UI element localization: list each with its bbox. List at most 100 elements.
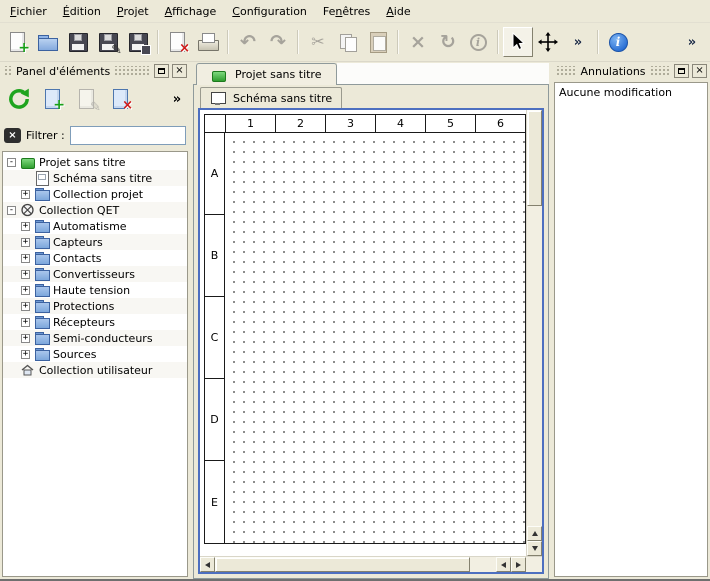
- close-dock-button[interactable]: ×: [692, 64, 707, 78]
- select-tool-button[interactable]: [503, 27, 533, 57]
- scroll-left-button-2[interactable]: [496, 557, 511, 572]
- clear-filter-button[interactable]: ×: [4, 128, 21, 143]
- menu-fenetres[interactable]: Fenêtres: [315, 0, 378, 22]
- expand-icon[interactable]: +: [21, 318, 30, 327]
- expand-icon[interactable]: +: [21, 350, 30, 359]
- scroll-left-button[interactable]: [200, 557, 215, 572]
- folder-icon: [34, 219, 49, 233]
- collapse-icon[interactable]: -: [7, 158, 16, 167]
- close-file-button[interactable]: ×: [163, 27, 193, 57]
- paste-icon: [366, 30, 390, 54]
- save-as-button[interactable]: ✎: [93, 27, 123, 57]
- tree-item-collection-utilisateur[interactable]: Collection utilisateur: [3, 362, 187, 378]
- tree-item-sources[interactable]: + Sources: [3, 346, 187, 362]
- expand-icon[interactable]: +: [21, 334, 30, 343]
- tab-projet-sans-titre[interactable]: Projet sans titre: [196, 63, 337, 85]
- menu-affichage[interactable]: Affichage: [157, 0, 225, 22]
- expand-icon[interactable]: +: [21, 286, 30, 295]
- menu-configuration[interactable]: Configuration: [224, 0, 315, 22]
- scrollbar-corner: [526, 557, 542, 572]
- redo-button[interactable]: ↷: [263, 27, 293, 57]
- toolbar-overflow-button[interactable]: »: [563, 27, 593, 57]
- tree-item-projet-sans-titre[interactable]: - Projet sans titre: [3, 154, 187, 170]
- menu-fichier[interactable]: Fichier: [2, 0, 55, 22]
- tree-item-schema-sans-titre[interactable]: Schéma sans titre: [3, 170, 187, 186]
- open-project-button[interactable]: [33, 27, 63, 57]
- reload-collections-button[interactable]: [4, 84, 34, 114]
- tree-item-convertisseurs[interactable]: + Convertisseurs: [3, 266, 187, 282]
- dock-drag-handle[interactable]: [649, 66, 671, 76]
- cut-button[interactable]: ✂: [303, 27, 333, 57]
- delete-element-button[interactable]: ×: [106, 84, 136, 114]
- hscroll-thumb[interactable]: [215, 557, 470, 572]
- close-file-icon: ×: [166, 30, 190, 54]
- save-all-button[interactable]: [123, 27, 153, 57]
- grid-corner-cell: [205, 115, 225, 133]
- scroll-up-button[interactable]: [527, 526, 542, 541]
- expand-icon[interactable]: +: [21, 238, 30, 247]
- panel-overflow-button[interactable]: »: [168, 84, 186, 114]
- tree-item-contacts[interactable]: + Contacts: [3, 250, 187, 266]
- tree-item-haute-tension[interactable]: + Haute tension: [3, 282, 187, 298]
- scroll-down-button[interactable]: [527, 541, 542, 556]
- tree-item-label: Protections: [53, 300, 114, 313]
- expand-icon[interactable]: +: [21, 270, 30, 279]
- save-button[interactable]: [63, 27, 93, 57]
- about-button[interactable]: i: [603, 27, 633, 57]
- scroll-right-button[interactable]: [511, 557, 526, 572]
- expand-icon[interactable]: +: [21, 222, 30, 231]
- scroll-left-icon: [501, 562, 506, 568]
- expand-icon[interactable]: +: [21, 254, 30, 263]
- toolbar-overflow-right-button[interactable]: »: [677, 27, 707, 57]
- menu-projet[interactable]: Projet: [109, 0, 157, 22]
- close-dock-button[interactable]: ×: [172, 64, 187, 78]
- tree-item-protections[interactable]: + Protections: [3, 298, 187, 314]
- tree-item-recepteurs[interactable]: + Récepteurs: [3, 314, 187, 330]
- hscroll-track[interactable]: [470, 557, 496, 572]
- expand-icon[interactable]: +: [21, 302, 30, 311]
- horizontal-scrollbar[interactable]: [200, 557, 526, 572]
- tree-item-collection-projet[interactable]: + Collection projet: [3, 186, 187, 202]
- undo-button[interactable]: ↶: [233, 27, 263, 57]
- vscroll-track[interactable]: [527, 206, 542, 526]
- edit-element-button[interactable]: ✎: [72, 84, 102, 114]
- mdi-area: Schéma sans titre 1 2 3 4: [193, 85, 549, 579]
- tree-item-label: Schéma sans titre: [53, 172, 152, 185]
- vscroll-thumb[interactable]: [527, 110, 542, 206]
- filter-input[interactable]: [70, 126, 186, 145]
- pan-tool-button[interactable]: [533, 27, 563, 57]
- tree-item-automatisme[interactable]: + Automatisme: [3, 218, 187, 234]
- tree-item-capteurs[interactable]: + Capteurs: [3, 234, 187, 250]
- copy-button[interactable]: [333, 27, 363, 57]
- menu-aide[interactable]: Aide: [378, 0, 418, 22]
- float-dock-button[interactable]: [674, 64, 689, 78]
- edit-element-icon: ✎: [75, 87, 99, 111]
- tree-item-semi-conducteurs[interactable]: + Semi-conducteurs: [3, 330, 187, 346]
- dock-drag-handle[interactable]: [113, 66, 151, 76]
- float-dock-button[interactable]: [154, 64, 169, 78]
- new-document-button[interactable]: +: [3, 27, 33, 57]
- row-header: C: [205, 297, 225, 379]
- cursor-arrow-icon: [508, 32, 528, 52]
- scroll-right-icon: [516, 562, 521, 568]
- column-header: 4: [375, 115, 425, 133]
- schema-canvas[interactable]: 1 2 3 4 5 6 A B C: [200, 110, 526, 556]
- expand-icon[interactable]: +: [21, 190, 30, 199]
- new-element-button[interactable]: +: [38, 84, 68, 114]
- schema-view-icon: [210, 91, 225, 105]
- main-area: Panel d'éléments × + ✎ ×: [0, 62, 710, 579]
- dock-drag-handle[interactable]: [3, 66, 13, 76]
- undo-list: Aucune modification: [554, 82, 708, 577]
- menu-edition[interactable]: Édition: [55, 0, 109, 22]
- dock-drag-handle[interactable]: [555, 66, 577, 76]
- collapse-icon[interactable]: -: [7, 206, 16, 215]
- tab-schema-sans-titre[interactable]: Schéma sans titre: [200, 87, 342, 108]
- element-info-button[interactable]: i: [463, 27, 493, 57]
- tree-item-collection-qet[interactable]: - Collection QET: [3, 202, 187, 218]
- print-button[interactable]: [193, 27, 223, 57]
- vertical-scrollbar[interactable]: [526, 110, 542, 556]
- delete-button[interactable]: ×: [403, 27, 433, 57]
- paste-button[interactable]: [363, 27, 393, 57]
- undo-list-item[interactable]: Aucune modification: [555, 83, 707, 102]
- rotate-button[interactable]: ↻: [433, 27, 463, 57]
